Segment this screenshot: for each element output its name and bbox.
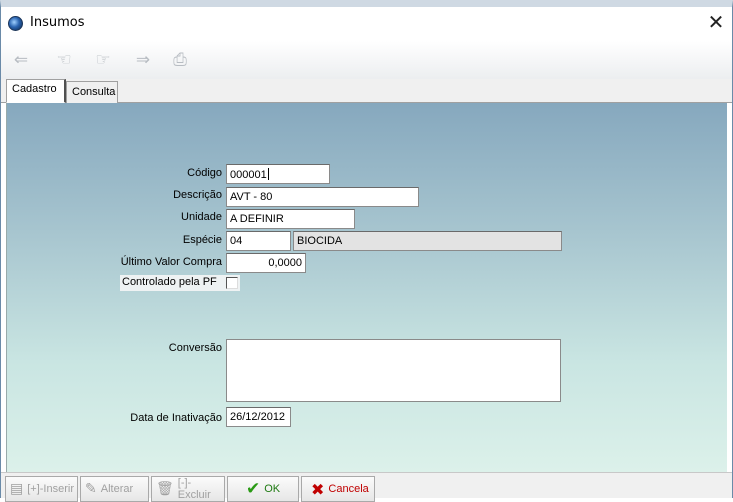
text-cursor bbox=[267, 168, 269, 180]
data-inativacao-label: Data de Inativação bbox=[130, 412, 222, 424]
previous-record-icon[interactable]: ☜ bbox=[53, 49, 75, 71]
cadastro-panel: Código 000001 Descrição AVT - 80 Unidade… bbox=[6, 103, 727, 472]
insert-icon: ▤ bbox=[10, 481, 24, 497]
x-icon: ✖ bbox=[311, 479, 325, 499]
conversao-label: Conversão bbox=[168, 342, 222, 354]
insumos-window: Insumos ✕ ⇐ ☜ ☞ ⇒ ⎙ Cadastro Consulta Có… bbox=[0, 0, 733, 502]
trash-icon: 🗑 bbox=[156, 481, 174, 497]
tab-cadastro[interactable]: Cadastro bbox=[6, 79, 66, 103]
controlado-pf-checkbox[interactable] bbox=[226, 277, 238, 289]
window-title: Insumos bbox=[30, 15, 85, 30]
controlado-pf-label: Controlado pela PF bbox=[122, 276, 217, 288]
descricao-label: Descrição bbox=[173, 189, 222, 201]
first-record-icon[interactable]: ⇐ bbox=[10, 49, 32, 71]
print-icon[interactable]: ⎙ bbox=[169, 49, 191, 71]
next-record-icon[interactable]: ☞ bbox=[92, 49, 114, 71]
ultimo-valor-compra-field[interactable]: 0,0000 bbox=[226, 253, 306, 273]
title-bar: Insumos ✕ bbox=[1, 7, 732, 41]
codigo-value: 000001 bbox=[230, 169, 267, 181]
especie-label: Espécie bbox=[182, 234, 222, 246]
edit-icon: ✎ bbox=[85, 481, 97, 497]
cancela-label: Cancela bbox=[328, 483, 369, 495]
ultimo-valor-compra-label: Último Valor Compra bbox=[120, 256, 222, 268]
controlado-pf-checkbox-row[interactable]: Controlado pela PF bbox=[120, 275, 240, 291]
unidade-label: Unidade bbox=[181, 211, 222, 223]
especie-code-field[interactable]: 04 bbox=[226, 231, 291, 251]
excluir-button[interactable]: 🗑 [-]-Excluir bbox=[151, 476, 225, 502]
last-record-icon[interactable]: ⇒ bbox=[132, 49, 154, 71]
unidade-field[interactable]: A DEFINIR bbox=[226, 209, 355, 229]
ok-label: OK bbox=[264, 483, 281, 495]
data-inativacao-field[interactable]: 26/12/2012 bbox=[226, 407, 291, 427]
inserir-label: [+]-Inserir bbox=[27, 483, 74, 495]
codigo-label: Código bbox=[187, 167, 222, 179]
cancela-button[interactable]: ✖ Cancela bbox=[301, 476, 375, 502]
alterar-label: Alterar bbox=[100, 483, 134, 495]
inserir-button[interactable]: ▤ [+]-Inserir bbox=[5, 476, 78, 502]
check-icon: ✔ bbox=[246, 479, 261, 499]
conversao-textarea[interactable] bbox=[226, 339, 561, 402]
action-bar: ▤ [+]-Inserir ✎ Alterar 🗑 [-]-Excluir ✔ … bbox=[1, 472, 732, 502]
close-button[interactable]: ✕ bbox=[700, 7, 732, 39]
especie-description-field: BIOCIDA bbox=[293, 231, 562, 251]
tab-consulta[interactable]: Consulta bbox=[66, 81, 118, 103]
codigo-field[interactable]: 000001 bbox=[226, 164, 330, 184]
excluir-label: [-]-Excluir bbox=[177, 477, 211, 501]
ok-button[interactable]: ✔ OK bbox=[227, 476, 299, 502]
app-logo-icon bbox=[8, 16, 23, 31]
alterar-button[interactable]: ✎ Alterar bbox=[80, 476, 149, 502]
descricao-field[interactable]: AVT - 80 bbox=[226, 187, 419, 207]
navigation-toolbar: ⇐ ☜ ☞ ⇒ ⎙ bbox=[1, 41, 732, 79]
tab-strip: Cadastro Consulta bbox=[1, 79, 732, 103]
